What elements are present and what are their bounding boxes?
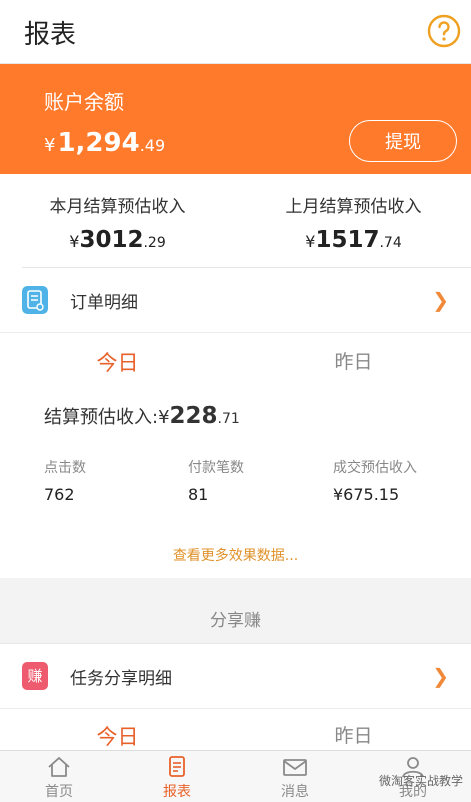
chevron-right-icon: ❯ xyxy=(432,664,449,688)
metric-title: 成交预估收入 xyxy=(333,460,417,476)
nav-label: 首页 xyxy=(45,784,73,800)
share-section-title: 分享赚 xyxy=(0,598,471,644)
last-month-label: 上月结算预估收入 xyxy=(285,197,422,217)
share-detail-row[interactable]: 赚 任务分享明细 ❯ xyxy=(0,644,471,708)
balance-int: 1,294 xyxy=(57,128,140,158)
last-month-value: ¥1517.74 xyxy=(236,227,471,253)
order-detail-label: 订单明细 xyxy=(70,293,138,313)
last-month-currency: ¥ xyxy=(305,232,316,251)
share-tab-today[interactable]: 今日 xyxy=(0,721,235,751)
tab-yesterday[interactable]: 昨日 xyxy=(236,347,471,374)
this-month-int: 3012 xyxy=(79,227,144,253)
balance-amount: ¥1,294.49 xyxy=(44,128,165,158)
nav-home[interactable]: 首页 xyxy=(0,755,118,801)
metric-value: ¥675.15 xyxy=(333,485,400,504)
settle-int: 228 xyxy=(169,403,218,429)
earn-icon: 赚 xyxy=(22,662,48,690)
metric-value: 81 xyxy=(188,485,209,504)
top-bar: 报表 xyxy=(0,0,471,64)
help-icon[interactable] xyxy=(427,14,461,48)
this-month-income: 本月结算预估收入 ¥3012.29 xyxy=(0,192,235,253)
balance-label: 账户余额 xyxy=(44,90,124,114)
page-title: 报表 xyxy=(24,20,77,50)
share-tab-yesterday[interactable]: 昨日 xyxy=(236,721,471,748)
last-month-dec: .74 xyxy=(379,235,402,251)
metric-deal-income: 成交预估收入 ¥675.15 xyxy=(333,457,417,504)
metric-value: 762 xyxy=(44,485,75,504)
nav-report[interactable]: 报表 xyxy=(118,755,236,801)
watermark: 微淘客实战教学 xyxy=(378,774,463,788)
metric-clicks: 点击数 762 xyxy=(44,457,86,504)
nav-label: 消息 xyxy=(281,784,309,800)
nav-messages[interactable]: 消息 xyxy=(236,755,354,801)
balance-dec: .49 xyxy=(139,136,166,155)
balance-currency: ¥ xyxy=(44,135,56,156)
metric-title: 付款笔数 xyxy=(188,460,244,476)
settle-currency: ¥ xyxy=(158,407,170,428)
mail-icon xyxy=(283,759,307,776)
this-month-value: ¥3012.29 xyxy=(0,227,235,253)
monthly-panel: 本月结算预估收入 ¥3012.29 上月结算预估收入 ¥1517.74 订单明细… xyxy=(0,174,471,332)
order-detail-row[interactable]: 订单明细 ❯ xyxy=(0,268,471,332)
withdraw-button[interactable]: 提现 xyxy=(349,120,457,162)
report-icon xyxy=(169,756,185,777)
chevron-right-icon: ❯ xyxy=(432,288,449,312)
this-month-currency: ¥ xyxy=(69,232,80,251)
settle-label: 结算预估收入: xyxy=(44,407,159,428)
settle-dec: .71 xyxy=(217,411,240,427)
stats-panel: 今日 昨日 结算预估收入:¥228.71 点击数 762 付款笔数 81 成交预… xyxy=(0,332,471,578)
nav-label: 报表 xyxy=(163,784,191,800)
last-month-int: 1517 xyxy=(315,227,380,253)
tab-today[interactable]: 今日 xyxy=(0,347,235,377)
home-icon xyxy=(48,757,70,777)
last-month-income: 上月结算预估收入 ¥1517.74 xyxy=(236,192,471,253)
order-list-icon xyxy=(22,286,48,314)
metric-title: 点击数 xyxy=(44,460,86,476)
more-data-link[interactable]: 查看更多效果数据... xyxy=(0,545,471,565)
share-detail-label: 任务分享明细 xyxy=(70,669,172,689)
balance-card: 账户余额 ¥1,294.49 提现 xyxy=(0,64,471,174)
this-month-dec: .29 xyxy=(143,235,166,251)
this-month-label: 本月结算预估收入 xyxy=(49,197,186,217)
metric-payments: 付款笔数 81 xyxy=(188,457,244,504)
settle-estimate: 结算预估收入:¥228.71 xyxy=(44,403,240,429)
